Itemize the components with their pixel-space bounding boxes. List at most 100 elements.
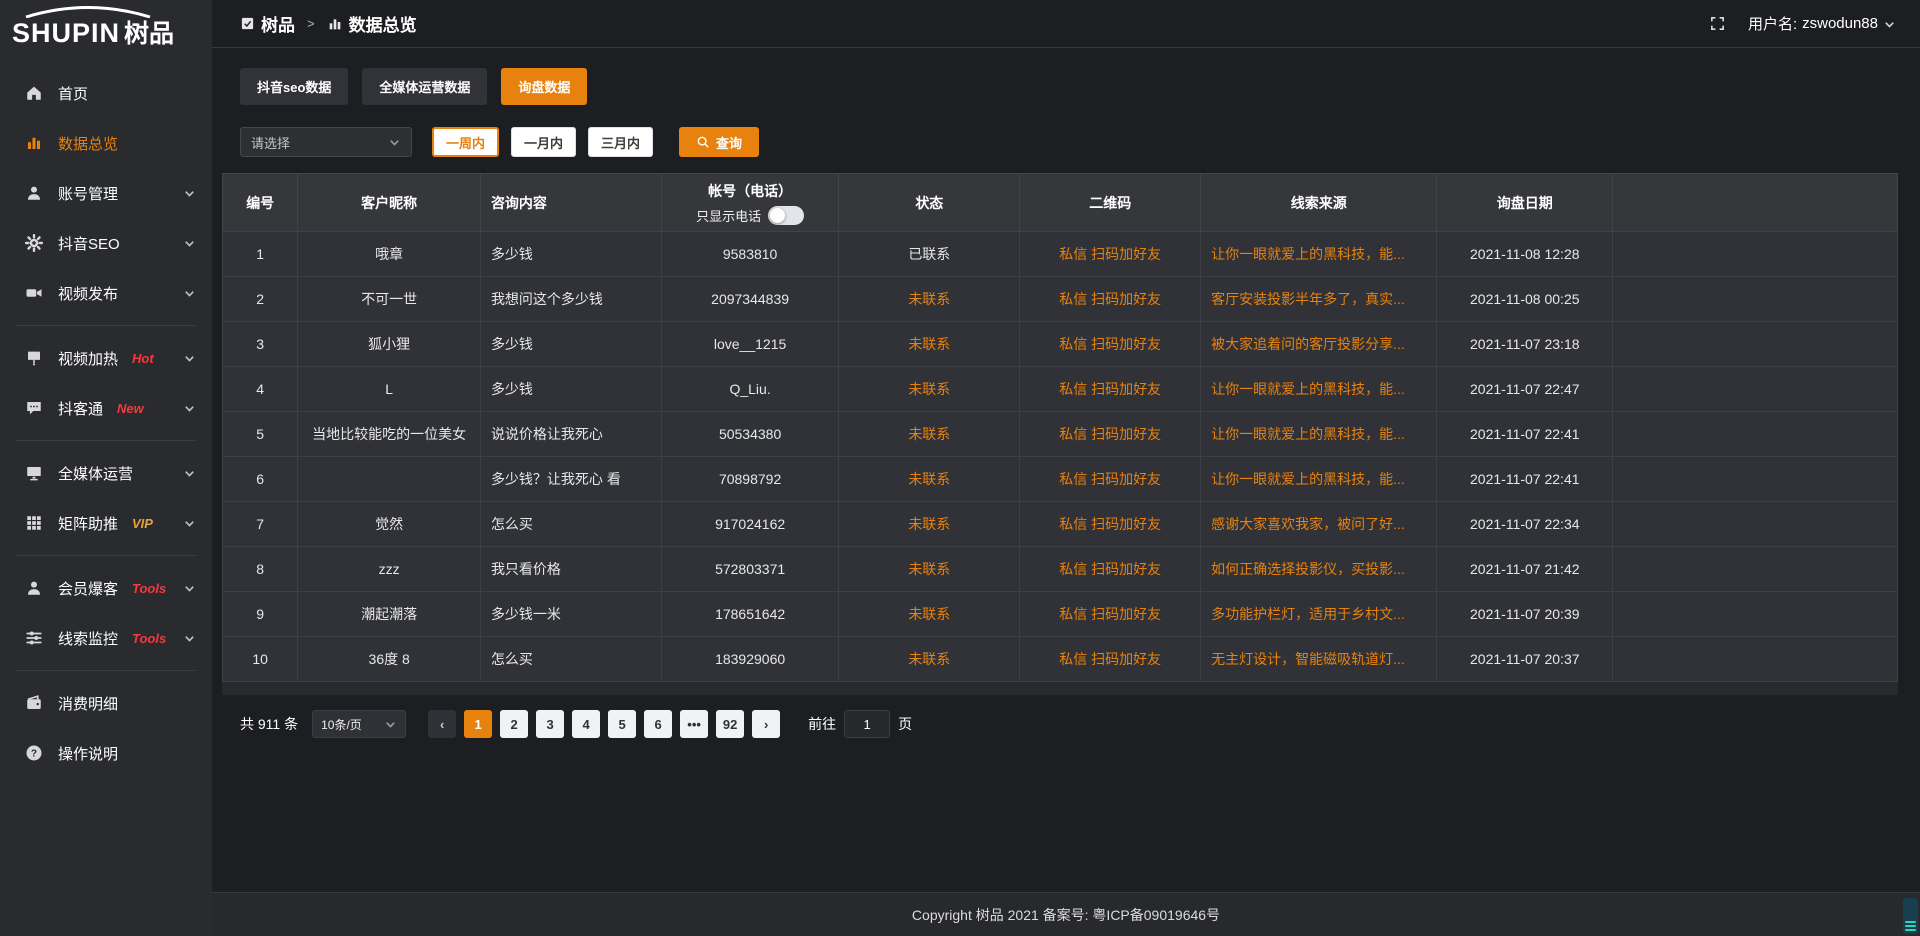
empty-cell	[1613, 277, 1898, 322]
lead-source-cell[interactable]: 无主灯设计，智能磁吸轨道灯...	[1201, 637, 1437, 682]
qr-actions-cell[interactable]: 私信 扫码加好友	[1020, 502, 1201, 547]
sidebar-divider	[16, 555, 196, 556]
tab[interactable]: 全媒体运营数据	[362, 68, 487, 105]
account-select[interactable]: 请选择	[240, 127, 412, 157]
user-menu[interactable]: 用户名: zswodun88	[1748, 13, 1896, 34]
sidebar-item-label: 全媒体运营	[58, 463, 133, 484]
qr-actions-cell[interactable]: 私信 扫码加好友	[1020, 412, 1201, 457]
lead-source-cell[interactable]: 被大家追着问的客厅投影分享...	[1201, 322, 1437, 367]
page-number-button[interactable]: 6	[644, 710, 672, 738]
svg-text:?: ?	[31, 748, 37, 759]
page-size-select[interactable]: 10条/页	[312, 710, 406, 738]
page-number-button[interactable]: •••	[680, 710, 708, 738]
home-icon	[24, 83, 44, 103]
page-number-button[interactable]: 5	[608, 710, 636, 738]
nickname-cell	[298, 457, 481, 502]
sidebar-item[interactable]: 会员爆客 Tools	[0, 563, 212, 613]
inquiry-content-cell: 我想问这个多少钱	[480, 277, 661, 322]
page-number-button[interactable]: 92	[716, 710, 744, 738]
sidebar-item[interactable]: 全媒体运营	[0, 448, 212, 498]
sidebar-item[interactable]: 消费明细	[0, 678, 212, 728]
qr-actions-cell[interactable]: 私信 扫码加好友	[1020, 457, 1201, 502]
lead-source-cell[interactable]: 客厅安装投影半年多了，真实...	[1201, 277, 1437, 322]
app-window: SHUPIN树品 首页 数据总览	[0, 0, 1920, 936]
lead-source-cell[interactable]: 感谢大家喜欢我家，被问了好...	[1201, 502, 1437, 547]
sidebar-item[interactable]: 线索监控 Tools	[0, 613, 212, 663]
status-cell: 未联系	[839, 322, 1020, 367]
nickname-cell: 哦章	[298, 232, 481, 277]
qr-actions-cell[interactable]: 私信 扫码加好友	[1020, 592, 1201, 637]
sidebar-menu: 首页 数据总览 账号管理	[0, 52, 212, 778]
sidebar-item-badge: Hot	[132, 351, 154, 366]
chevron-down-icon	[183, 352, 196, 365]
fullscreen-icon[interactable]	[1709, 15, 1726, 32]
goto-page-input[interactable]	[844, 710, 890, 738]
inquiry-content-cell: 多少钱	[480, 367, 661, 412]
breadcrumb-home[interactable]: 树品	[240, 11, 295, 36]
qr-actions-cell[interactable]: 私信 扫码加好友	[1020, 232, 1201, 277]
lead-source-cell[interactable]: 如何正确选择投影仪，买投影...	[1201, 547, 1437, 592]
sidebar-item[interactable]: 抖音SEO	[0, 218, 212, 268]
lead-source-cell[interactable]: 让你一眼就爱上的黑科技，能...	[1201, 232, 1437, 277]
query-button[interactable]: 查询	[679, 127, 759, 157]
tab[interactable]: 询盘数据	[501, 68, 587, 105]
qr-actions-cell[interactable]: 私信 扫码加好友	[1020, 637, 1201, 682]
sidebar-item[interactable]: 首页	[0, 68, 212, 118]
col-header-id: 编号	[223, 174, 298, 232]
nickname-cell: 36度 8	[298, 637, 481, 682]
next-page-button[interactable]: ›	[752, 710, 780, 738]
sidebar-item[interactable]: 账号管理	[0, 168, 212, 218]
col-header-account: 帐号（电话） 只显示电话	[661, 174, 839, 232]
sidebar-item[interactable]: 视频发布	[0, 268, 212, 318]
select-placeholder: 请选择	[251, 133, 290, 152]
table-row: 5 当地比较能吃的一位美女 说说价格让我死心 50534380 未联系 私信 扫…	[223, 412, 1898, 457]
page-number-button[interactable]: 2	[500, 710, 528, 738]
breadcrumb-current[interactable]: 数据总览	[327, 11, 417, 36]
prev-page-button[interactable]: ‹	[428, 710, 456, 738]
copyright-text: Copyright 树品 2021 备案号: 粤ICP备09019646号	[912, 905, 1220, 925]
inquiry-date-cell: 2021-11-07 22:41	[1437, 412, 1613, 457]
row-index-cell: 1	[223, 232, 298, 277]
floating-helper-widget[interactable]	[1903, 898, 1918, 934]
inquiry-content-cell: 我只看价格	[480, 547, 661, 592]
page-number-button[interactable]: 3	[536, 710, 564, 738]
sidebar-item[interactable]: 数据总览	[0, 118, 212, 168]
account-cell: Q_Liu.	[661, 367, 839, 412]
row-index-cell: 2	[223, 277, 298, 322]
inquiry-date-cell: 2021-11-07 21:42	[1437, 547, 1613, 592]
phone-only-toggle[interactable]	[768, 206, 804, 225]
bar-chart-icon	[327, 16, 343, 32]
date-range-button[interactable]: 一周内	[432, 127, 499, 157]
tab[interactable]: 抖音seo数据	[240, 68, 348, 105]
app-square-icon	[240, 16, 255, 31]
sidebar-item[interactable]: 视频加热 Hot	[0, 333, 212, 383]
grid-icon	[24, 513, 44, 533]
date-range-button[interactable]: 三月内	[588, 127, 653, 157]
sidebar-item[interactable]: 抖客通 New	[0, 383, 212, 433]
table-row: 10 36度 8 怎么买 183929060 未联系 私信 扫码加好友 无主灯设…	[223, 637, 1898, 682]
username-value: zswodun88	[1802, 15, 1878, 32]
chevron-down-icon	[183, 582, 196, 595]
qr-actions-cell[interactable]: 私信 扫码加好友	[1020, 547, 1201, 592]
footer: Copyright 树品 2021 备案号: 粤ICP备09019646号	[212, 892, 1920, 936]
empty-cell	[1613, 637, 1898, 682]
chevron-down-icon	[183, 237, 196, 250]
sidebar-item-badge: Tools	[132, 631, 166, 646]
sidebar-divider	[16, 325, 196, 326]
sidebar-item[interactable]: 矩阵助推 VIP	[0, 498, 212, 548]
sidebar-item-label: 数据总览	[58, 133, 118, 154]
sidebar-item[interactable]: ? 操作说明	[0, 728, 212, 778]
lead-source-cell[interactable]: 让你一眼就爱上的黑科技，能...	[1201, 367, 1437, 412]
lead-source-cell[interactable]: 让你一眼就爱上的黑科技，能...	[1201, 457, 1437, 502]
table-panel: 编号 客户昵称 咨询内容 帐号（电话） 只显示电话 状态	[222, 173, 1898, 695]
page-number-button[interactable]: 1	[464, 710, 492, 738]
lead-source-cell[interactable]: 多功能护栏灯，适用于乡村文...	[1201, 592, 1437, 637]
qr-actions-cell[interactable]: 私信 扫码加好友	[1020, 322, 1201, 367]
page-number-button[interactable]: 4	[572, 710, 600, 738]
date-range-button[interactable]: 一月内	[511, 127, 576, 157]
lead-source-cell[interactable]: 让你一眼就爱上的黑科技，能...	[1201, 412, 1437, 457]
qr-actions-cell[interactable]: 私信 扫码加好友	[1020, 367, 1201, 412]
qr-actions-cell[interactable]: 私信 扫码加好友	[1020, 277, 1201, 322]
row-index-cell: 4	[223, 367, 298, 412]
account-cell: 2097344839	[661, 277, 839, 322]
